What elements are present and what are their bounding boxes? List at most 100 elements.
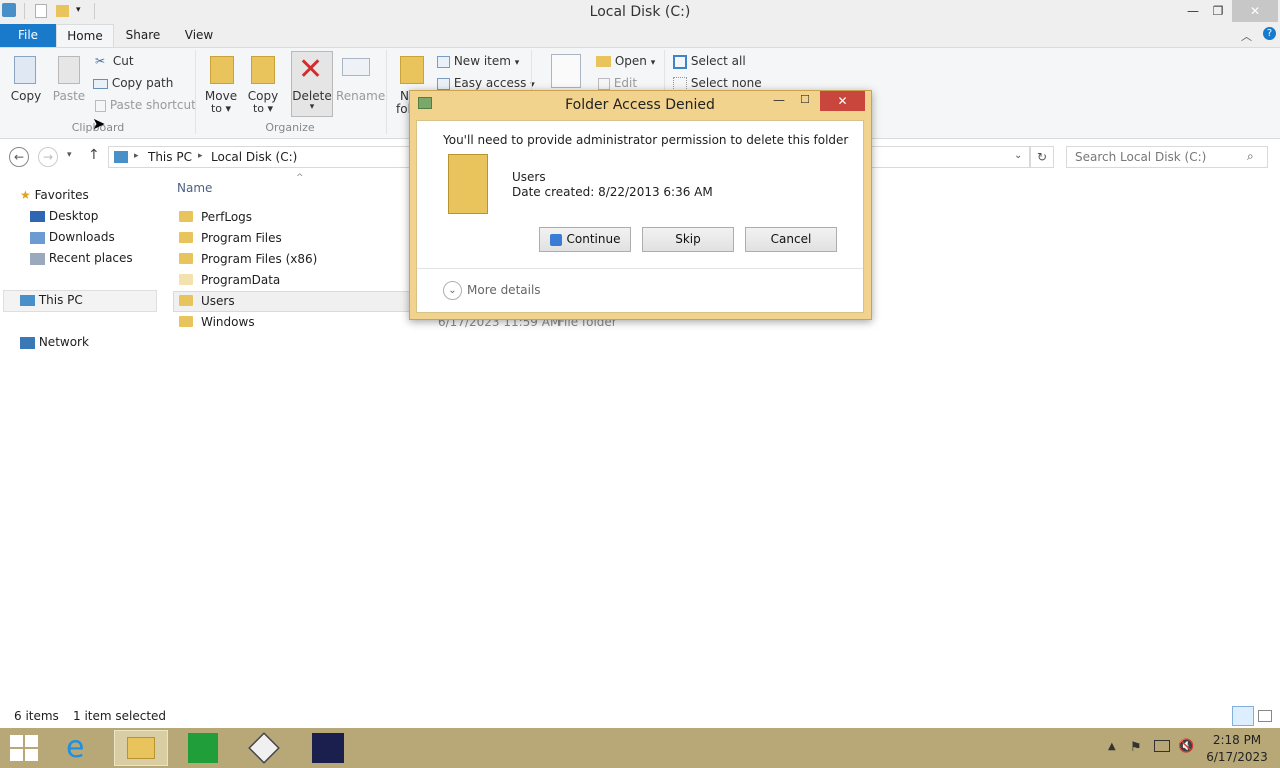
clock-date[interactable]: 6/17/2023 xyxy=(1200,750,1274,764)
tab-view[interactable]: View xyxy=(174,24,224,47)
collapse-ribbon-icon[interactable]: ︿ xyxy=(1241,28,1252,44)
copy-icon xyxy=(14,56,36,84)
file-name: Users xyxy=(201,294,235,308)
taskbar-galaxy-app[interactable] xyxy=(304,730,354,766)
rename-icon xyxy=(342,58,370,76)
tab-home[interactable]: Home xyxy=(56,24,114,47)
continue-button[interactable]: Continue xyxy=(539,227,631,252)
file-name: ProgramData xyxy=(201,273,281,287)
close-button[interactable]: ✕ xyxy=(1232,0,1278,22)
help-icon[interactable]: ? xyxy=(1263,27,1276,40)
open-button[interactable]: Open ▾ xyxy=(596,54,655,68)
nav-recent-places[interactable]: Recent places xyxy=(30,251,133,265)
action-center-flag-icon[interactable]: ⚑ xyxy=(1130,740,1142,755)
breadcrumb-local-disk[interactable]: Local Disk (C:) xyxy=(211,150,297,164)
nav-desktop[interactable]: Desktop xyxy=(30,209,98,223)
search-input[interactable]: Search Local Disk (C:) xyxy=(1075,150,1206,164)
list-item[interactable]: ProgramData xyxy=(179,273,280,287)
taskbar-internet-explorer[interactable]: e xyxy=(58,730,108,766)
volume-muted-icon[interactable]: 🔇 xyxy=(1178,739,1194,754)
large-icons-view-icon[interactable] xyxy=(1258,710,1272,722)
breadcrumb-this-pc[interactable]: This PC xyxy=(148,150,192,164)
paste-button[interactable]: Paste xyxy=(52,54,86,110)
more-details-link[interactable]: More details xyxy=(467,283,541,297)
search-icon[interactable]: ⌕ xyxy=(1247,149,1254,164)
logo-pane xyxy=(25,749,38,761)
this-pc-icon xyxy=(114,151,128,163)
tab-share[interactable]: Share xyxy=(118,24,168,47)
list-item[interactable]: Users xyxy=(179,294,235,308)
taskbar-app[interactable] xyxy=(240,730,290,766)
forward-button[interactable]: → xyxy=(38,147,58,167)
select-none-button[interactable]: Select none xyxy=(673,76,762,91)
network-tray-icon[interactable] xyxy=(1154,740,1170,752)
skip-button[interactable]: Skip xyxy=(642,227,734,252)
downloads-icon xyxy=(30,231,45,244)
properties-icon[interactable] xyxy=(551,54,581,88)
search-box[interactable]: Search Local Disk (C:) ⌕ xyxy=(1066,146,1268,168)
file-name: Windows xyxy=(201,315,255,329)
copy-to-icon xyxy=(251,56,275,84)
show-hidden-icons[interactable]: ▲ xyxy=(1108,741,1116,752)
move-to-button[interactable]: Move to ▾ xyxy=(203,52,239,116)
file-explorer-icon xyxy=(127,737,155,759)
delete-button[interactable]: ✕ Delete ▾ xyxy=(291,51,333,117)
paste-shortcut-label: Paste shortcut xyxy=(109,98,196,112)
recent-locations-icon[interactable]: ▾ xyxy=(67,150,72,160)
paste-shortcut-button[interactable]: Paste shortcut xyxy=(95,98,196,112)
favorites-label: Favorites xyxy=(34,188,89,202)
cube-app-icon xyxy=(248,732,280,764)
windows-start-icon[interactable] xyxy=(10,735,38,761)
folder-icon xyxy=(179,274,193,285)
details-view-icon[interactable] xyxy=(1232,706,1254,726)
copy-button[interactable]: Copy xyxy=(8,54,44,110)
dialog-maximize-button[interactable]: ☐ xyxy=(800,93,810,106)
nav-downloads[interactable]: Downloads xyxy=(30,230,115,244)
list-item[interactable]: Windows xyxy=(179,315,255,329)
up-button[interactable]: ↑ xyxy=(88,147,100,163)
taskbar-file-explorer[interactable] xyxy=(114,730,168,766)
edit-button[interactable]: Edit xyxy=(598,76,637,90)
new-item-button[interactable]: New item ▾ xyxy=(437,54,519,68)
recent-places-icon xyxy=(30,252,45,265)
open-label: Open xyxy=(614,54,647,68)
nav-favorites[interactable]: ★ Favorites xyxy=(20,188,89,202)
back-button[interactable]: ← xyxy=(9,147,29,167)
nav-network[interactable]: Network xyxy=(20,335,89,349)
file-name: Program Files xyxy=(201,231,282,245)
cut-button[interactable]: ✂ Cut xyxy=(95,54,134,68)
refresh-icon[interactable]: ↻ xyxy=(1030,146,1054,168)
chevron-right-icon[interactable]: ▸ xyxy=(198,151,203,161)
computer-icon xyxy=(20,295,35,306)
logo-pane xyxy=(10,749,23,761)
nav-this-pc[interactable]: This PC xyxy=(20,293,83,307)
list-item[interactable]: PerfLogs xyxy=(179,210,252,224)
dialog-minimize-button[interactable]: — xyxy=(773,93,785,107)
cancel-button[interactable]: Cancel xyxy=(745,227,837,252)
select-all-button[interactable]: Select all xyxy=(673,54,746,69)
edit-label: Edit xyxy=(613,76,638,90)
chevron-right-icon[interactable]: ▸ xyxy=(134,151,139,161)
copy-path-button[interactable]: Copy path xyxy=(93,76,173,90)
copy-to-label-2: to ▾ xyxy=(252,102,274,115)
dialog-divider xyxy=(417,268,863,269)
copy-to-button[interactable]: Copy to ▾ xyxy=(245,52,281,116)
rename-button[interactable]: Rename xyxy=(336,52,385,108)
folder-icon xyxy=(179,316,193,327)
taskbar-store[interactable] xyxy=(180,730,230,766)
list-item[interactable]: Program Files (x86) xyxy=(179,252,317,266)
clock-time[interactable]: 2:18 PM xyxy=(1200,733,1274,747)
dialog-close-button[interactable]: ✕ xyxy=(820,91,865,111)
maximize-button[interactable]: ❐ xyxy=(1205,0,1231,22)
desktop-icon xyxy=(30,211,45,222)
paste-icon xyxy=(58,56,80,84)
chevron-down-icon[interactable]: ⌄ xyxy=(1014,150,1022,161)
tab-file[interactable]: File xyxy=(0,24,56,47)
copy-path-icon xyxy=(93,78,108,89)
column-header-name[interactable]: Name xyxy=(177,181,212,195)
list-item[interactable]: Program Files xyxy=(179,231,282,245)
expand-details-icon[interactable]: ⌄ xyxy=(443,281,462,300)
minimize-button[interactable]: — xyxy=(1180,0,1206,22)
easy-access-button[interactable]: Easy access ▾ xyxy=(437,76,535,90)
store-icon xyxy=(188,733,218,763)
